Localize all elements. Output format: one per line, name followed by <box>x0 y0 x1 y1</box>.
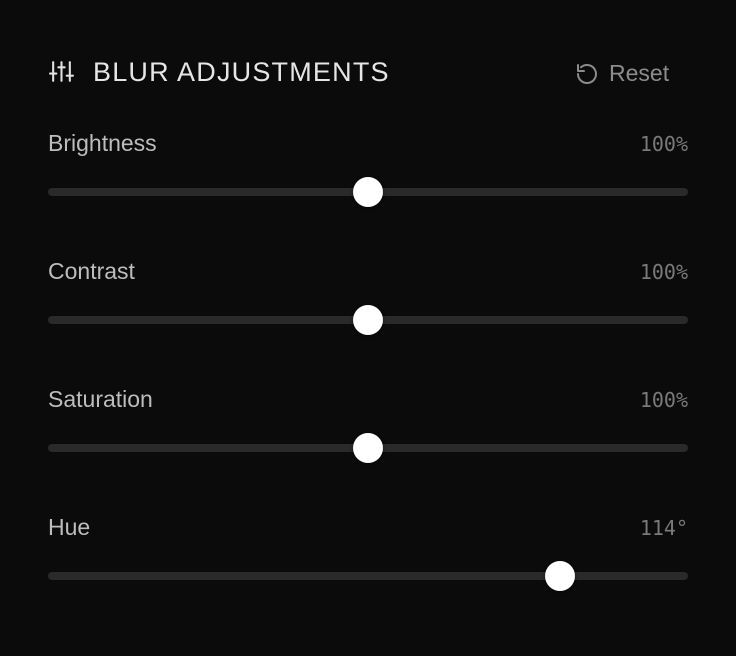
brightness-slider-thumb[interactable] <box>353 177 383 207</box>
hue-value: 114° <box>639 516 688 540</box>
brightness-slider-track[interactable] <box>48 177 688 207</box>
contrast-slider-track[interactable] <box>48 305 688 335</box>
panel-header: BLUR ADJUSTMENTS Reset <box>49 54 689 90</box>
contrast-value: 100% <box>639 260 688 284</box>
brightness-label: Brightness <box>48 130 157 156</box>
hue-label: Hue <box>48 514 91 540</box>
saturation-slider-thumb[interactable] <box>353 433 383 463</box>
saturation-slider-track[interactable] <box>48 433 688 463</box>
sliders-icon <box>49 61 74 82</box>
saturation-control: Saturation 100% <box>48 384 688 484</box>
hue-slider-thumb[interactable] <box>545 561 575 591</box>
saturation-label: Saturation <box>48 386 153 412</box>
hue-slider-track[interactable] <box>48 561 688 591</box>
reset-label: Reset <box>609 60 670 86</box>
panel-title: BLUR ADJUSTMENTS <box>93 57 390 87</box>
saturation-value: 100% <box>639 388 688 412</box>
hue-control: Hue 114° <box>48 512 688 612</box>
contrast-control: Contrast 100% <box>48 256 688 356</box>
rotate-ccw-icon <box>577 64 597 84</box>
brightness-value: 100% <box>639 132 688 156</box>
blur-adjustments-panel: BLUR ADJUSTMENTS Reset Brightness 100% C… <box>0 0 736 656</box>
contrast-label: Contrast <box>48 258 135 284</box>
contrast-slider-thumb[interactable] <box>353 305 383 335</box>
brightness-control: Brightness 100% <box>48 128 688 228</box>
